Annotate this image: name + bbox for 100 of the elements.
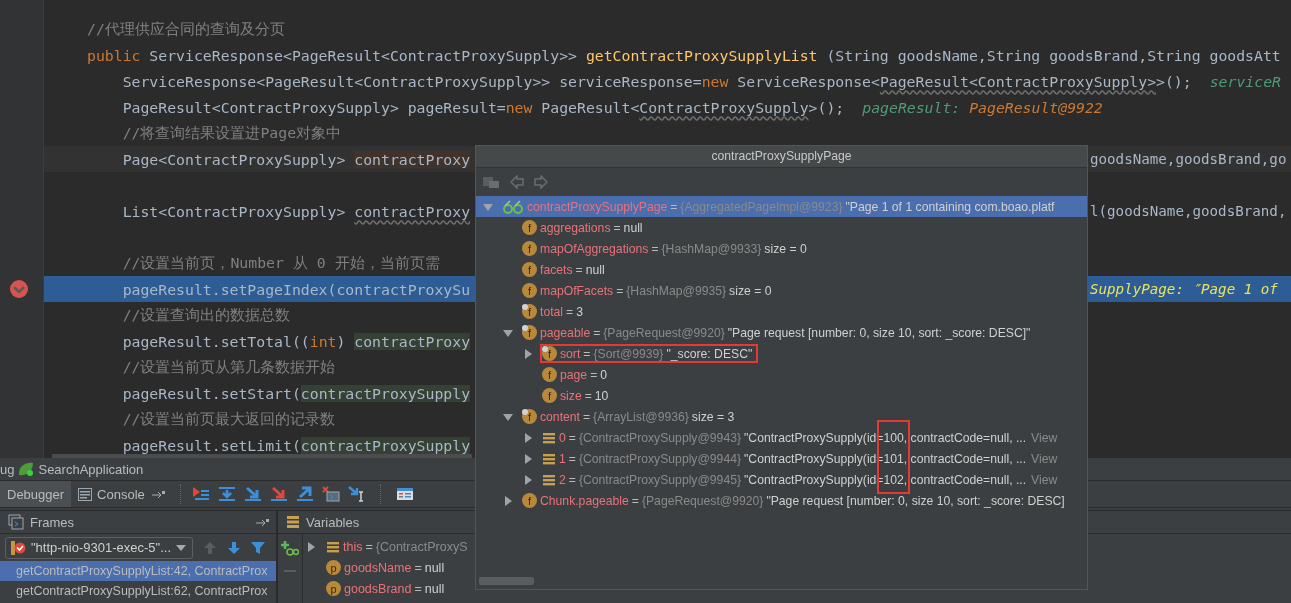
code-line: //设置当前页最大返回的记录数 [121, 409, 336, 429]
field-icon: f [522, 304, 537, 319]
list-icon [542, 430, 556, 445]
inline-value-hint: pageResult: PageResult@9922 [862, 98, 1103, 116]
back-arrow-icon[interactable] [510, 175, 524, 189]
code-line: //设置查询出的数据总数 [121, 305, 291, 325]
variable-type: {HashMap@9933} [661, 241, 762, 256]
variable-value: size = 0 [729, 283, 772, 298]
variable-type: {PageRequest@9920} [641, 493, 764, 508]
variable-name: goodsBrand [344, 581, 412, 596]
variable-row[interactable]: f aggregations = null [476, 217, 1087, 238]
equals-sign: = [616, 283, 624, 298]
variable-name: size [560, 388, 582, 403]
force-step-into-icon[interactable] [269, 486, 288, 502]
variable-row[interactable]: f content = {ArrayList@9936} size = 3 [476, 406, 1087, 427]
thread-dropdown[interactable]: "http-nio-9301-exec-5"... [5, 536, 193, 559]
step-out-icon[interactable] [295, 486, 314, 502]
pin-icon[interactable] [256, 517, 270, 527]
code-line: pageResult.setStart(contractProxySupply [121, 384, 471, 402]
equals-sign: = [568, 472, 576, 487]
variable-name: sort [560, 346, 581, 361]
variable-value: null [424, 560, 445, 575]
step-into-icon[interactable] [243, 486, 262, 502]
variable-value: null [424, 581, 445, 596]
equals-sign: = [365, 539, 373, 554]
folder-icon[interactable] [482, 175, 500, 189]
code-line: pageResult.setPageIndex(contractProxySu [121, 280, 471, 298]
collapsed-arrow-icon[interactable] [522, 474, 534, 485]
collapsed-arrow-icon[interactable] [522, 453, 534, 464]
collapsed-arrow-icon[interactable] [502, 495, 514, 506]
equals-sign: = [590, 367, 598, 382]
variable-name: facets [540, 262, 573, 277]
code-line: //设置当前页，Number 从 0 开始，当前页需 [121, 253, 440, 273]
expanded-arrow-icon[interactable] [502, 411, 514, 422]
step-over-icon[interactable] [217, 486, 236, 502]
equals-sign: = [631, 493, 639, 508]
variable-type: {ContractProxySupply@9944} [578, 451, 741, 466]
collapsed-arrow-icon[interactable] [522, 432, 534, 443]
variable-row[interactable]: f facets = null [476, 259, 1087, 280]
code-line: public ServiceResponse<PageResult<ContractProxySupply>> getContractProxySupplyList (String goodsName,String goodsBrand,String goodsAtt [87, 46, 1281, 64]
filter-icon[interactable] [251, 540, 265, 555]
parameter-icon: p [326, 581, 341, 596]
variable-type: {ContractProxyS [375, 539, 468, 554]
frame-item[interactable]: getContractProxySupplyList:62, ContractProx [0, 581, 276, 601]
scrollbar-thumb[interactable] [479, 577, 534, 585]
execution-point-icon[interactable] [191, 486, 210, 502]
variable-row[interactable]: f pageable = {PageRequest@9920} "Page request [number: 0, size 10, sort: _score: DESC]" [476, 322, 1087, 343]
arrow-down-icon[interactable] [227, 540, 241, 555]
list-icon [326, 539, 340, 554]
variable-name: this [343, 539, 363, 554]
table-icon[interactable] [395, 486, 414, 502]
code-line: Page<ContractProxySupply> contractProxy [121, 150, 471, 168]
expanded-arrow-icon[interactable] [482, 201, 494, 212]
popup-title: contractProxySupplyPage [476, 146, 1087, 168]
field-icon: f [542, 367, 557, 382]
panel-tab[interactable]: Debugger [0, 481, 72, 507]
variable-name: Chunk.pageable [540, 493, 629, 508]
field-icon: f [522, 262, 537, 277]
variable-type: {PageRequest@9920} [603, 325, 725, 340]
variable-row[interactable]: f size = 10 [476, 385, 1087, 406]
variable-name: goodsName [344, 560, 412, 575]
collapsed-arrow-icon[interactable] [305, 541, 317, 552]
variable-row[interactable]: f page = 0 [476, 364, 1087, 385]
equals-sign: = [568, 430, 576, 445]
drop-frame-icon[interactable] [321, 486, 340, 502]
variable-type: {HashMap@9935} [626, 283, 727, 298]
variable-value: null [623, 220, 643, 235]
variable-type: {Sort@9939} [593, 346, 664, 361]
variable-name: content [540, 409, 580, 424]
field-icon: f [522, 493, 537, 508]
variable-row[interactable]: f Chunk.pageable = {PageRequest@9920} "Page request [number: 0, size 10, sort: _score: DESC] [476, 490, 1087, 511]
code-line: //代理供应合同的查询及分页 [87, 19, 285, 39]
breakpoint-icon[interactable] [8, 279, 29, 299]
panel-tab[interactable]: Console [71, 481, 152, 507]
list-icon [286, 515, 300, 529]
caret-icon [176, 544, 186, 551]
variable-value: 10 [594, 388, 609, 403]
equals-sign: = [414, 581, 422, 596]
forward-arrow-icon[interactable] [534, 175, 548, 189]
list-icon [542, 451, 556, 466]
expanded-arrow-icon[interactable] [502, 327, 514, 338]
run-to-cursor-icon[interactable] [347, 486, 366, 502]
list-icon [542, 472, 556, 487]
variable-row[interactable]: f sort = {Sort@9939} "_score: DESC" [476, 343, 1087, 364]
variable-type: {ContractProxySupply@9943} [578, 430, 741, 445]
variable-row[interactable]: f mapOfFacets = {HashMap@9935} size = 0 [476, 280, 1087, 301]
arrow-up-icon[interactable] [203, 540, 217, 555]
equals-sign: = [670, 199, 678, 214]
variable-name: mapOfFacets [540, 283, 614, 298]
variable-value: "Page 1 of 1 containing com.boao.platf [845, 199, 1055, 214]
leaf-icon [17, 461, 36, 477]
variable-name: 0 [559, 430, 566, 445]
code-line: pageResult.setTotal((int) contractProxy [121, 332, 471, 350]
pin-icon[interactable] [151, 489, 166, 499]
collapsed-arrow-icon[interactable] [522, 348, 534, 359]
variable-row[interactable]: f total = 3 [476, 301, 1087, 322]
add-watch-icon[interactable] [281, 540, 299, 556]
variable-row[interactable]: f mapOfAggregations = {HashMap@9933} size = 0 [476, 238, 1087, 259]
variable-type: {ArrayList@9936} [593, 409, 689, 424]
thread-icon [10, 539, 26, 556]
